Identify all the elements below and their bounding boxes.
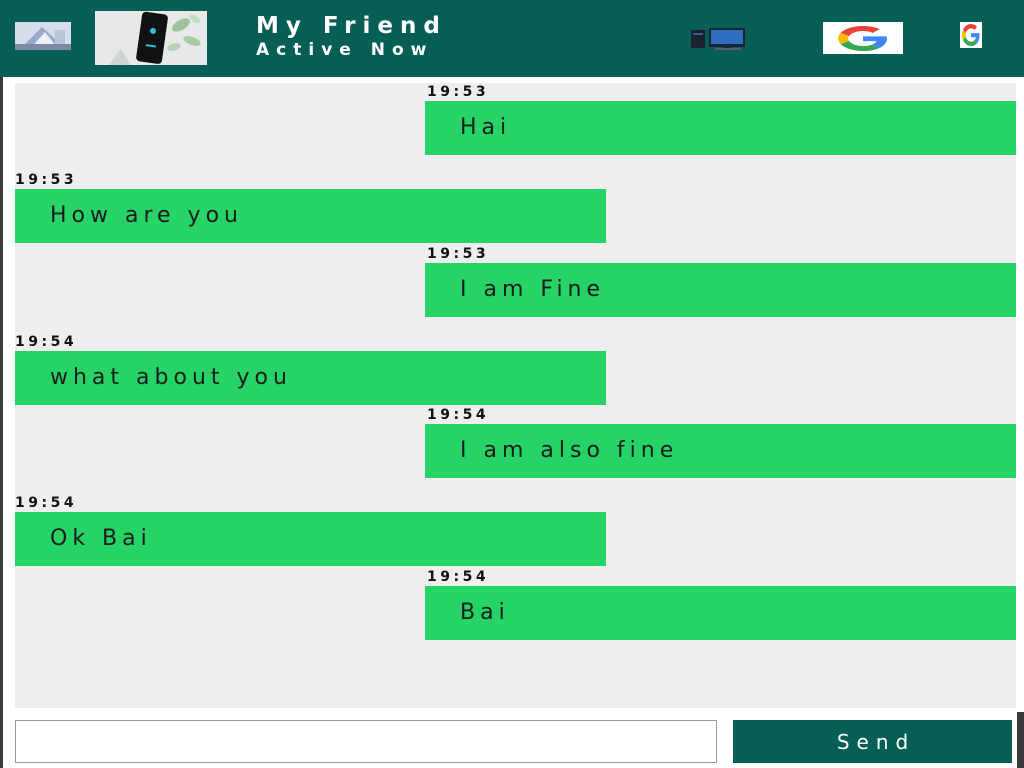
message-input[interactable] (15, 720, 717, 763)
message-list[interactable]: 19:53 Hai 19:53 How are you 19:53 I am Fine 19… (15, 83, 1016, 708)
contact-status: Active Now (256, 40, 434, 60)
message-received: 19:54 what about you (15, 333, 606, 405)
profile-avatar[interactable] (95, 11, 207, 65)
message-text: what about you (50, 364, 292, 390)
message-timestamp: 19:53 (427, 84, 490, 100)
message-bubble: Ok Bai (15, 512, 606, 566)
message-text: Bai (460, 599, 510, 625)
message-bubble: I am also fine (425, 424, 1016, 478)
message-received: 19:54 Ok Bai (15, 494, 606, 566)
message-text: I am also fine (460, 438, 679, 463)
window-border-left (0, 77, 3, 768)
message-timestamp: 19:54 (15, 495, 78, 511)
message-text: Hai (460, 115, 512, 140)
message-sent: 19:53 I am Fine (425, 245, 1016, 317)
message-received: 19:53 How are you (15, 171, 606, 243)
message-sent: 19:54 I am also fine (425, 406, 1016, 478)
message-bubble: Bai (425, 585, 1016, 640)
send-button[interactable]: Send (733, 720, 1012, 763)
computer-icon[interactable] (689, 27, 750, 50)
google-logo[interactable] (823, 22, 903, 54)
message-bubble: I am Fine (425, 262, 1016, 317)
photo-thumbnail-icon[interactable] (15, 22, 71, 50)
message-timestamp: 19:53 (427, 245, 490, 262)
chat-header: My Friend Active Now (0, 0, 1024, 77)
message-text: How are you (50, 203, 243, 228)
message-bubble: How are you (15, 189, 606, 243)
message-sent: 19:53 Hai (425, 83, 1016, 155)
message-timestamp: 19:53 (15, 172, 78, 188)
message-bubble: Hai (425, 101, 1016, 155)
contact-name: My Friend (256, 13, 447, 39)
message-text: Ok Bai (50, 526, 152, 551)
message-bubble: what about you (15, 350, 606, 405)
google-g-icon[interactable] (960, 22, 982, 48)
message-sent: 19:54 Bai (425, 568, 1016, 640)
message-timestamp: 19:54 (427, 407, 490, 423)
message-text: I am Fine (460, 276, 606, 302)
window-border-right (1017, 712, 1024, 768)
message-timestamp: 19:54 (427, 568, 490, 585)
message-timestamp: 19:54 (15, 333, 78, 350)
